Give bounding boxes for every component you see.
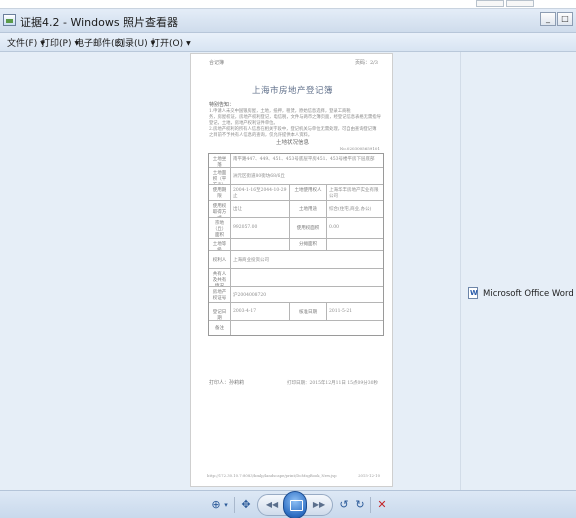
row-value: 0.00 [329, 225, 340, 230]
row-label: 宗地（丘）面积 [209, 218, 231, 238]
word-document-icon [468, 287, 478, 299]
menu-burn[interactable]: 刻录(U) ▼ [116, 36, 155, 49]
table-row: 备注 [209, 321, 383, 335]
menu-print-label: 打印(P) [41, 39, 72, 49]
minimize-button[interactable]: _ [540, 12, 556, 26]
menu-file[interactable]: 文件(F) ▼ [7, 36, 45, 49]
row-value [231, 269, 385, 286]
toolbar-divider [370, 497, 371, 513]
row-value [231, 321, 385, 335]
strip-button [476, 0, 504, 7]
row-label: 共有人及共有情况 [209, 269, 231, 286]
word-document-label: Microsoft Office Word 文档 [483, 289, 576, 299]
row-label: 土地面积（平方米） [209, 168, 231, 184]
row-value: 2003-4-17 [233, 309, 257, 314]
menu-file-label: 文件(F) [7, 39, 38, 49]
fit-to-window-icon[interactable]: ✥ [239, 497, 253, 513]
row-label: 使用权取得方式 [209, 201, 231, 217]
table-row: 土地面积（平方米） 洲元区街道80街坊68/6丘 [209, 168, 383, 185]
doc-header-left: 合记簿 [209, 60, 225, 66]
strip-button [506, 0, 534, 7]
row-value: 2004-1-16至2044-10-29 止 [233, 188, 287, 199]
row-value [231, 239, 289, 250]
row-label: 分摊面积 [289, 239, 327, 250]
table-row: 土地等级 分摊面积 [209, 239, 383, 251]
zoom-dropdown-icon[interactable]: ▾ [222, 497, 230, 513]
land-record-number: No.0203005659101 [339, 146, 380, 151]
row-label: 土地坐落 [209, 154, 231, 167]
row-value: 洲元区街道80街坊68/6丘 [233, 174, 285, 179]
previous-button[interactable]: ◀◀ [263, 499, 281, 511]
row-value: 上海商业投资公司 [233, 258, 269, 263]
table-row: 宗地（丘）面积 992057.00 使用权面积 0.00 [209, 218, 383, 239]
top-strip [0, 0, 576, 9]
table-row: 登记日期 2003-4-17 核准日期 2011-5-21 [209, 303, 383, 321]
photo-viewer-icon [3, 14, 16, 26]
slideshow-button[interactable] [283, 491, 307, 518]
doc-title: 上海市房地产登记簿 [251, 86, 333, 96]
image-viewport[interactable]: 合记簿 页码：2/3 上海市房地产登记簿 特别告知： 1.申请人未交中国银房屋，… [0, 52, 576, 490]
row-label: 土地使用权人 [289, 185, 327, 200]
viewport-divider [460, 52, 461, 490]
doc-footer-date: 2015-12-10 [358, 473, 380, 478]
table-row: 共有人及共有情况 [209, 269, 383, 287]
maximize-button[interactable]: □ [557, 12, 573, 26]
row-value: 沪2004008720 [233, 293, 267, 298]
window-title: 证据4.2 - Windows 照片查看器 [20, 16, 179, 29]
row-value: 992057.00 [233, 225, 258, 230]
zoom-icon[interactable]: ⊕ [209, 497, 223, 513]
doc-footer-url: http://172.30.10.7:8083/hmlp/landscape/p… [207, 473, 337, 478]
row-label: 使用期限 [209, 185, 231, 200]
menu-burn-label: 刻录(U) [116, 39, 148, 49]
table-row: 使用权取得方式 出让 土地用途 综合(住宅,商业,办公) [209, 201, 383, 218]
delete-icon[interactable]: ✕ [375, 497, 389, 513]
menu-open[interactable]: 打开(O) ▼ [151, 36, 191, 49]
menu-print[interactable]: 打印(P) ▼ [41, 36, 79, 49]
row-label: 土地等级 [209, 239, 231, 250]
doc-print-date: 打印日期：2015年12月11日 15点09分30秒 [286, 381, 378, 386]
row-value: 上海华丰房地产实业有限公司 [329, 188, 379, 199]
toolbar-divider [234, 497, 235, 513]
row-value: 综合(住宅,商业,办公) [329, 207, 372, 212]
row-value: 出让 [233, 207, 242, 212]
table-row: 土地坐落 南平路447、449、451、453号底层平房451、453号楼平房下… [209, 154, 383, 168]
next-button[interactable]: ▶▶ [310, 499, 328, 511]
document-image: 合记簿 页码：2/3 上海市房地产登记簿 特别告知： 1.申请人未交中国银房屋，… [190, 53, 393, 487]
land-section-heading: 土地状况信息 [275, 140, 309, 146]
row-label: 备注 [209, 321, 231, 335]
title-bar: 证据4.2 - Windows 照片查看器 _ □ [0, 9, 576, 33]
doc-page-number: 页码：2/3 [354, 60, 378, 66]
doc-printer-name: 打印人：孙莉莉 [209, 380, 245, 386]
doc-tips-title: 特别告知： [209, 102, 235, 108]
chevron-down-icon: ▼ [186, 40, 191, 47]
rotate-clockwise-icon[interactable]: ↻ [353, 497, 367, 513]
table-row: 使用期限 2004-1-16至2044-10-29 止 土地使用权人 上海华丰房… [209, 185, 383, 201]
menu-bar: 文件(F) ▼ 打印(P) ▼ 电子邮件(E) 刻录(U) ▼ 打开(O) ▼ [0, 33, 576, 52]
row-label: 土地用途 [289, 201, 327, 217]
row-label: 权利人 [209, 251, 231, 268]
row-value: 2011-5-21 [329, 309, 353, 314]
menu-open-label: 打开(O) [151, 39, 184, 49]
row-value [327, 239, 383, 250]
row-label: 核准日期 [289, 303, 327, 320]
row-label: 登记日期 [209, 303, 231, 320]
table-row: 权利人 上海商业投资公司 [209, 251, 383, 269]
table-row: 房地产权证号 沪2004008720 [209, 287, 383, 303]
rotate-counterclockwise-icon[interactable]: ↺ [337, 497, 351, 513]
row-label: 使用权面积 [289, 218, 327, 238]
land-info-table: 土地坐落 南平路447、449、451、453号底层平房451、453号楼平房下… [208, 153, 384, 336]
row-label: 房地产权证号 [209, 287, 231, 302]
bottom-toolbar: ⊕ ▾ ✥ ◀◀ ▶▶ ↺ ↻ ✕ [0, 490, 576, 518]
row-value: 南平路447、449、451、453号底层平房451、453号楼平房下层底部 [233, 157, 375, 162]
